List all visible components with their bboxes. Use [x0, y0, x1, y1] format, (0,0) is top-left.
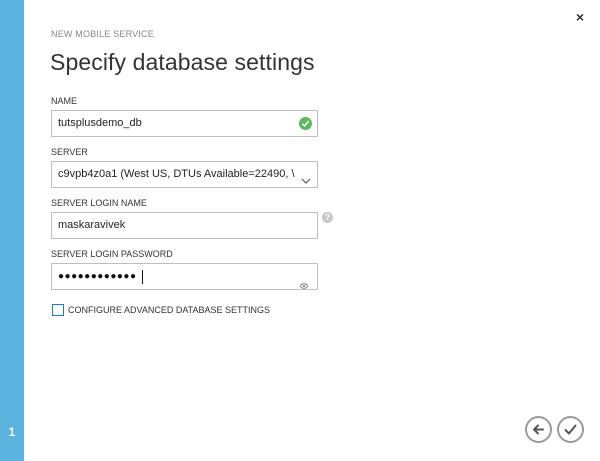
- help-icon[interactable]: ?: [322, 212, 333, 223]
- eye-icon[interactable]: [300, 274, 308, 289]
- server-select[interactable]: c9vpb4z0a1 (West US, DTUs Available=2249…: [51, 161, 318, 188]
- name-input-value: tutsplusdemo_db: [58, 117, 142, 129]
- complete-button[interactable]: [557, 416, 584, 443]
- wizard-sidebar: 1: [0, 0, 24, 461]
- close-button[interactable]: ×: [574, 10, 586, 24]
- server-label: SERVER: [51, 147, 88, 157]
- back-button[interactable]: [525, 416, 552, 443]
- name-input[interactable]: tutsplusdemo_db: [51, 110, 318, 137]
- checkmark-icon: [564, 424, 577, 435]
- login-name-value: maskaravivek: [58, 219, 126, 231]
- chevron-down-icon: [301, 170, 311, 184]
- name-label: NAME: [51, 96, 78, 106]
- text-caret: [142, 270, 143, 284]
- advanced-settings-checkbox[interactable]: [52, 304, 64, 316]
- check-circle-icon: [299, 117, 312, 130]
- page-title: Specify database settings: [50, 49, 315, 75]
- arrow-left-icon: [533, 424, 544, 435]
- password-label: SERVER LOGIN PASSWORD: [51, 249, 173, 259]
- step-number: 1: [8, 425, 16, 439]
- advanced-settings-label[interactable]: CONFIGURE ADVANCED DATABASE SETTINGS: [68, 305, 270, 315]
- login-name-label: SERVER LOGIN NAME: [51, 198, 147, 208]
- server-select-value: c9vpb4z0a1 (West US, DTUs Available=2249…: [58, 168, 295, 180]
- wizard-eyebrow: NEW MOBILE SERVICE: [51, 29, 154, 39]
- password-mask: ●●●●●●●●●●●●: [58, 271, 137, 282]
- password-input[interactable]: ●●●●●●●●●●●●: [51, 263, 318, 290]
- login-name-input[interactable]: maskaravivek: [51, 212, 318, 239]
